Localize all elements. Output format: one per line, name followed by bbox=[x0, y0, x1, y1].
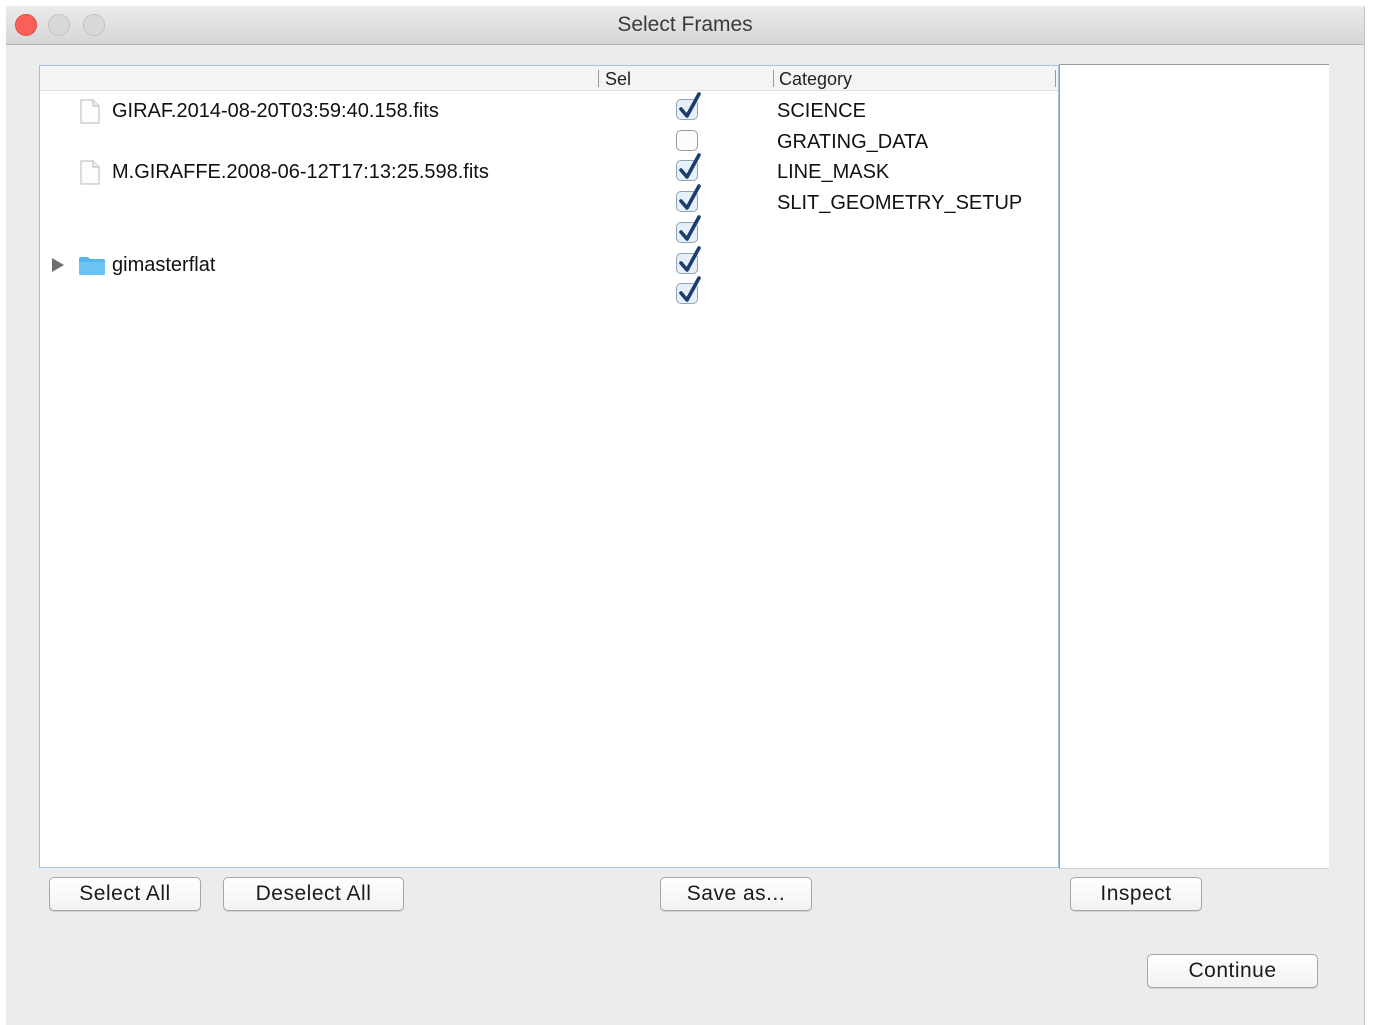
sel-checkbox[interactable] bbox=[676, 276, 701, 305]
sel-checkbox[interactable] bbox=[676, 129, 698, 151]
table-row[interactable]: GIRAF.2014-08-20T03:59:40.158.fits SCIENC… bbox=[40, 92, 1058, 126]
table-row[interactable]: M.GIRAFFE.2008-06-12T17:13:25.598.fits LI… bbox=[40, 153, 1058, 187]
checkmark-icon bbox=[679, 153, 701, 180]
document-icon bbox=[80, 160, 100, 185]
category-cell: SCIENCE bbox=[777, 100, 866, 122]
checkmark-icon bbox=[679, 276, 701, 302]
table-row[interactable]: gimasterflat bbox=[40, 245, 1058, 280]
table-row[interactable] bbox=[40, 214, 1058, 249]
category-column-header[interactable]: Category bbox=[779, 66, 852, 90]
header-separator[interactable] bbox=[1055, 70, 1056, 87]
inspect-panel bbox=[1059, 64, 1329, 869]
checkmark-icon bbox=[679, 184, 701, 210]
folder-icon bbox=[79, 256, 105, 275]
document-icon bbox=[80, 99, 100, 124]
table-row[interactable] bbox=[40, 276, 1058, 310]
category-cell: SLIT_GEOMETRY_SETUP bbox=[777, 192, 1023, 215]
sel-checkbox[interactable] bbox=[676, 184, 701, 213]
continue-button[interactable]: Continue bbox=[1147, 954, 1318, 988]
table-row[interactable]: SLIT_GEOMETRY_SETUP bbox=[40, 184, 1058, 218]
frames-table[interactable]: Sel Category GIRAF.2014-08-20T03:59:40.1… bbox=[39, 65, 1059, 868]
folder-name: gimasterflat bbox=[112, 253, 216, 276]
category-cell: LINE_MASK bbox=[777, 161, 890, 184]
category-cell: GRATING_DATA bbox=[777, 130, 929, 153]
sel-checkbox[interactable] bbox=[676, 214, 701, 243]
sel-column-header[interactable]: Sel bbox=[605, 66, 631, 90]
window-title: Select Frames bbox=[617, 13, 753, 36]
title-bar[interactable]: Select Frames bbox=[6, 6, 1364, 45]
sel-checkbox[interactable] bbox=[676, 245, 701, 274]
file-name: M.GIRAFFE.2008-06-12T17:13:25.598.fits bbox=[112, 161, 489, 184]
table-header: Sel Category bbox=[40, 66, 1058, 91]
checkmark-icon bbox=[679, 92, 701, 118]
select-frames-window: Select Frames Sel Category GIRAF.2014-08… bbox=[6, 6, 1365, 1025]
save-as-button[interactable]: Save as... bbox=[660, 877, 812, 911]
inspect-button[interactable]: Inspect bbox=[1070, 877, 1202, 911]
sel-checkbox[interactable] bbox=[676, 153, 701, 182]
checkmark-icon bbox=[679, 214, 701, 241]
table-row[interactable]: GRATING_DATA bbox=[40, 126, 1058, 157]
disclosure-triangle-icon[interactable] bbox=[52, 257, 64, 272]
checkmark-icon bbox=[679, 245, 701, 272]
header-separator[interactable] bbox=[773, 70, 774, 87]
sel-checkbox[interactable] bbox=[676, 92, 701, 120]
header-separator[interactable] bbox=[598, 70, 599, 87]
file-name: GIRAF.2014-08-20T03:59:40.158.fits bbox=[112, 100, 439, 122]
select-all-button[interactable]: Select All bbox=[49, 877, 201, 911]
deselect-all-button[interactable]: Deselect All bbox=[223, 877, 404, 911]
